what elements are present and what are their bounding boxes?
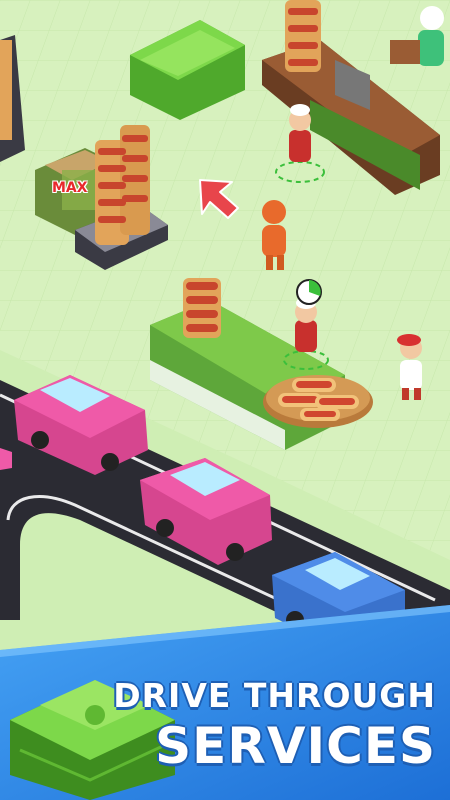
hotdog-stack-desk: [285, 0, 321, 72]
progress-ring-icon: [296, 279, 322, 305]
machine-max-label: MAX: [52, 180, 88, 196]
banner-title-line1: DRIVE THROUGH: [113, 676, 436, 715]
hotdog-stack-machine: [95, 125, 150, 245]
banner-title-line2: SERVICES: [155, 717, 436, 775]
hotdog-stack-counter: [183, 278, 221, 338]
